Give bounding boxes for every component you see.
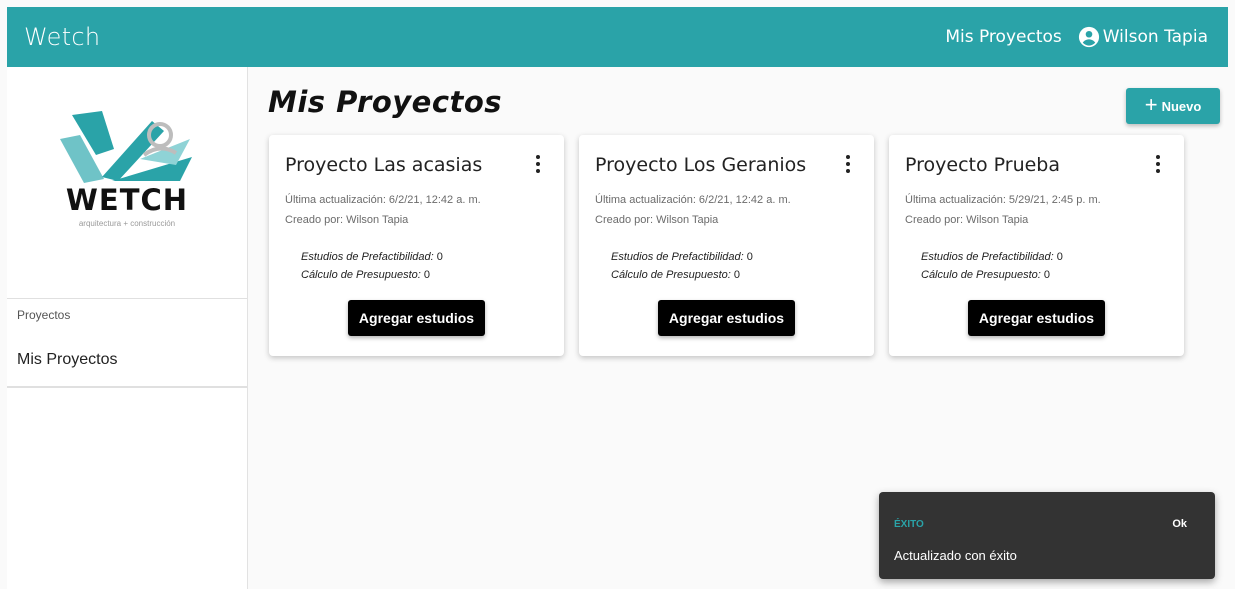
brand-title[interactable]: Wetch: [7, 23, 100, 51]
logo-wordmark: WETCH: [65, 183, 189, 217]
presupuesto-count: 0: [423, 269, 431, 281]
snackbar-title: ÉXITO: [894, 519, 924, 530]
add-studies-button[interactable]: Agregar estudios: [658, 300, 795, 336]
new-project-label: Nuevo: [1161, 98, 1202, 114]
sidebar-item-mis-proyectos[interactable]: Mis Proyectos: [7, 339, 247, 386]
company-logo: WETCH arquitectura + construcción: [7, 67, 247, 298]
page-title: Mis Proyectos: [268, 85, 503, 119]
project-card: Proyecto Prueba Última actualización: 5/…: [889, 135, 1184, 356]
user-menu[interactable]: Wilson Tapia: [1078, 26, 1208, 48]
project-meta: Última actualización: 6/2/21, 12:42 a. m…: [595, 190, 858, 230]
project-title: Proyecto Prueba: [905, 154, 1061, 176]
app-root: Wetch Mis Proyectos Wilson Tapia WETCH a…: [0, 0, 1235, 589]
presupuesto-label: Cálculo de Presupuesto:: [301, 269, 421, 281]
nav-mis-proyectos[interactable]: Mis Proyectos: [945, 27, 1061, 47]
logo-tagline: arquitectura + construcción: [78, 219, 176, 228]
prefactibilidad-count: 0: [1056, 251, 1063, 263]
presupuesto-label: Cálculo de Presupuesto:: [921, 269, 1041, 281]
project-updated: Última actualización: 6/2/21, 12:42 a. m…: [595, 194, 791, 206]
plus-icon: +: [1144, 92, 1158, 117]
project-cards: Proyecto Las acasias Última actualizació…: [269, 135, 1199, 356]
top-app-bar: Wetch Mis Proyectos Wilson Tapia: [7, 7, 1228, 67]
project-studies: Estudios de Prefactibilidad: 0 Cálculo d…: [285, 248, 548, 284]
more-vert-icon[interactable]: [844, 155, 852, 175]
project-created-by: Creado por: Wilson Tapia: [595, 214, 719, 226]
presupuesto-count: 0: [1043, 269, 1051, 281]
prefactibilidad-count: 0: [746, 251, 753, 263]
project-updated: Última actualización: 6/2/21, 12:42 a. m…: [285, 194, 481, 206]
presupuesto-count: 0: [733, 269, 741, 281]
project-title: Proyecto Los Geranios: [595, 154, 807, 176]
wetch-logo-icon: [60, 111, 192, 183]
more-vert-icon[interactable]: [1154, 155, 1162, 175]
project-created-by: Creado por: Wilson Tapia: [905, 214, 1029, 226]
prefactibilidad-label: Estudios de Prefactibilidad:: [611, 251, 744, 263]
sidebar-section-caption: Proyectos: [17, 308, 71, 322]
top-nav: Mis Proyectos Wilson Tapia: [945, 26, 1228, 48]
new-project-button[interactable]: + Nuevo: [1126, 88, 1220, 124]
project-meta: Última actualización: 6/2/21, 12:42 a. m…: [285, 190, 548, 230]
project-studies: Estudios de Prefactibilidad: 0 Cálculo d…: [905, 248, 1168, 284]
snackbar-ok-button[interactable]: Ok: [1172, 518, 1187, 530]
prefactibilidad-count: 0: [436, 251, 443, 263]
project-title: Proyecto Las acasias: [285, 154, 483, 176]
add-studies-button[interactable]: Agregar estudios: [968, 300, 1105, 336]
project-created-by: Creado por: Wilson Tapia: [285, 214, 409, 226]
project-meta: Última actualización: 5/29/21, 2:45 p. m…: [905, 190, 1168, 230]
project-updated: Última actualización: 5/29/21, 2:45 p. m…: [905, 194, 1101, 206]
snackbar-message: Actualizado con éxito: [894, 548, 1017, 563]
project-card: Proyecto Los Geranios Última actualizaci…: [579, 135, 874, 356]
sidebar-divider-bottom: [7, 386, 247, 388]
presupuesto-label: Cálculo de Presupuesto:: [611, 269, 731, 281]
more-vert-icon[interactable]: [534, 155, 542, 175]
project-card: Proyecto Las acasias Última actualizació…: [269, 135, 564, 356]
snackbar: ÉXITO Ok Actualizado con éxito: [879, 492, 1215, 579]
add-studies-button[interactable]: Agregar estudios: [348, 300, 485, 336]
sidebar: WETCH arquitectura + construcción Proyec…: [7, 67, 248, 589]
prefactibilidad-label: Estudios de Prefactibilidad:: [301, 251, 434, 263]
prefactibilidad-label: Estudios de Prefactibilidad:: [921, 251, 1054, 263]
account-circle-icon: [1078, 26, 1099, 48]
project-studies: Estudios de Prefactibilidad: 0 Cálculo d…: [595, 248, 858, 284]
user-name: Wilson Tapia: [1102, 27, 1208, 47]
